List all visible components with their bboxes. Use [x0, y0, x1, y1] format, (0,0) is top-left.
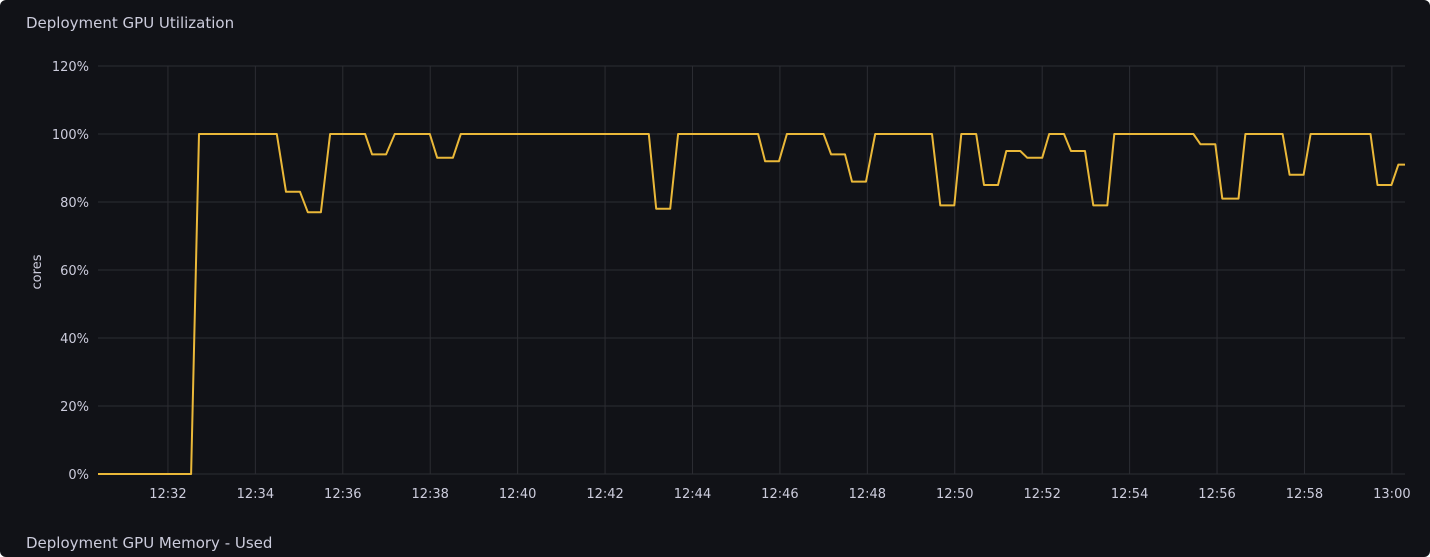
x-tick-label: 12:40: [499, 487, 536, 502]
y-tick-label: 40%: [60, 332, 89, 347]
panel-title-gpu-memory: Deployment GPU Memory - Used: [26, 534, 273, 552]
y-tick-label: 0%: [68, 468, 89, 483]
grid: [98, 65, 1405, 475]
x-tick-label: 12:32: [149, 487, 186, 502]
x-tick-label: 12:56: [1198, 487, 1235, 502]
x-tick-label: 12:58: [1286, 487, 1323, 502]
x-tick-label: 12:44: [674, 487, 711, 502]
x-tick-label: 12:46: [761, 487, 798, 502]
x-tick-label: 13:00: [1373, 487, 1410, 502]
x-axis: 12:32 12:34 12:36 12:38 12:40 12:42 12:44 12:46…: [149, 487, 1410, 502]
y-axis: 0% 20% 40% 60% 80% 100% 120%: [52, 60, 89, 483]
x-tick-label: 12:52: [1023, 487, 1060, 502]
y-axis-label: cores: [30, 254, 45, 289]
series-line-gpu-utilization: [98, 133, 1405, 475]
y-tick-label: 20%: [60, 400, 89, 415]
x-tick-label: 12:42: [586, 487, 623, 502]
dashboard-frame: Deployment GPU Utilization 0% 20% 40% 60% 80…: [0, 0, 1430, 557]
x-tick-label: 12:48: [849, 487, 886, 502]
x-tick-label: 12:36: [324, 487, 361, 502]
x-tick-label: 12:54: [1111, 487, 1148, 502]
x-tick-label: 12:34: [237, 487, 274, 502]
gpu-utilization-chart: 0%20%40%60%80%100%120% 12:32 12:34 12:36 12…: [30, 60, 1411, 502]
y-tick-label: 100%: [52, 128, 89, 143]
y-tick-label: 80%: [60, 196, 89, 211]
y-tick-label: 120%: [52, 60, 89, 75]
x-tick-label: 12:38: [411, 487, 448, 502]
y-tick-label: 60%: [60, 264, 89, 279]
x-tick-label: 12:50: [936, 487, 973, 502]
